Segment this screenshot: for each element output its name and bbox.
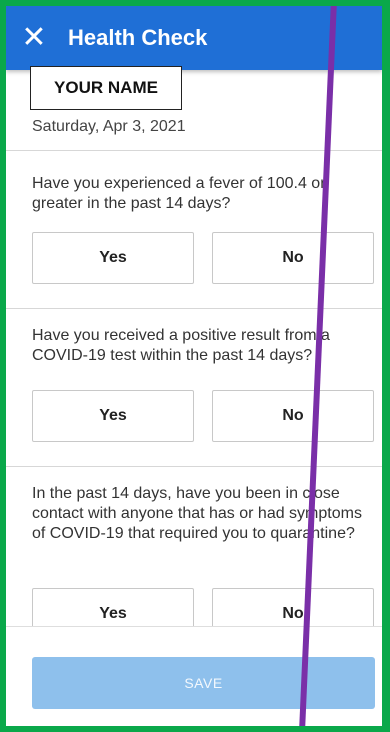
- close-contact-yes-button[interactable]: Yes: [32, 588, 194, 626]
- fever-no-button[interactable]: No: [212, 232, 374, 284]
- question-close-contact: In the past 14 days, have you been in cl…: [32, 485, 362, 542]
- question-positive-test: Have you received a positive result from…: [32, 327, 330, 364]
- close-contact-no-button[interactable]: No: [212, 588, 374, 626]
- form-scroll-area[interactable]: Saturday, Apr 3, 2021 Have you experienc…: [6, 70, 382, 626]
- app-bar: ✕ Health Check: [6, 6, 382, 70]
- divider: [6, 308, 382, 309]
- divider: [6, 466, 382, 467]
- divider: [6, 150, 382, 151]
- close-icon[interactable]: ✕: [6, 6, 62, 70]
- fever-yes-button[interactable]: Yes: [32, 232, 194, 284]
- page-title: Health Check: [68, 25, 208, 50]
- save-button[interactable]: SAVE: [32, 657, 375, 709]
- positive-test-no-button[interactable]: No: [212, 390, 374, 442]
- positive-test-yes-button[interactable]: Yes: [32, 390, 194, 442]
- question-fever: Have you experienced a fever of 100.4 or…: [32, 175, 326, 212]
- footer: SAVE: [6, 626, 382, 727]
- date-text: Saturday, Apr 3, 2021: [32, 118, 186, 135]
- name-label: YOUR NAME: [30, 66, 182, 110]
